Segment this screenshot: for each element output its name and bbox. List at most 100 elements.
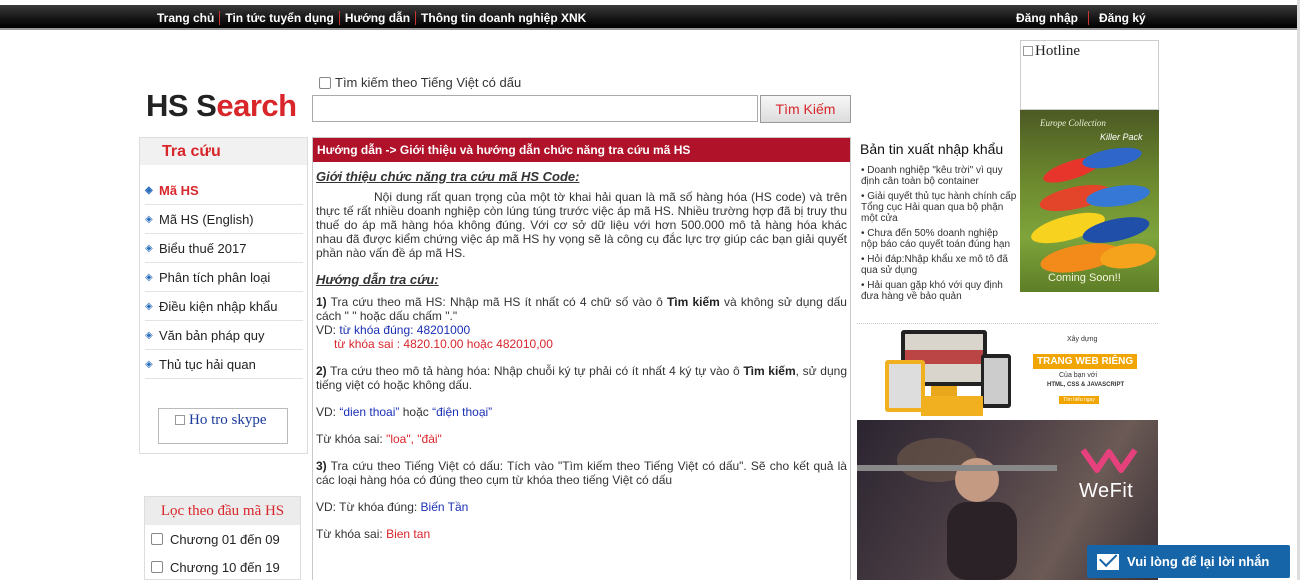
logo-text-1: HS S: [146, 88, 217, 123]
sandals-ad-banner[interactable]: Europe Collection Killer Pack Coming Soo…: [1020, 110, 1159, 292]
bullet-icon: ◈: [145, 242, 153, 254]
nav-jobs[interactable]: Tin tức tuyển dụng: [220, 10, 340, 25]
bullet-icon: ◈: [145, 271, 153, 283]
wrong-label: Từ khóa sai:: [316, 527, 383, 541]
ad-title: TRANG WEB RIÊNG: [1033, 354, 1138, 369]
ad-text: Xây dựng: [1067, 336, 1098, 343]
vietnamese-search-toggle[interactable]: Tìm kiếm theo Tiếng Việt có dấu: [319, 75, 521, 90]
sandals-graphic: [1031, 147, 1156, 273]
news-item[interactable]: • Hỏi đáp:Nhập khẩu xe mô tô đã qua sử d…: [861, 254, 1017, 276]
step-2-example: VD: “dien thoai” hoặc “điện thoại”: [316, 405, 847, 419]
sidebar-item-label: Điều kiện nhập khẩu: [159, 298, 278, 314]
divider: [1088, 10, 1089, 25]
correct-example: “dien thoai”: [339, 405, 400, 419]
sidebar-item-import-conditions[interactable]: ◈ Điều kiện nhập khẩu: [145, 292, 303, 321]
step-2: 2) Tra cứu theo mô tả hàng hóa: Nhập chu…: [316, 364, 847, 392]
news-item[interactable]: • Giải quyết thủ tục hành chính cấp Tổng…: [861, 191, 1017, 224]
main-content: Hướng dẫn -> Giới thiệu và hướng dẫn chứ…: [312, 137, 851, 580]
step-text: Tra cứu theo Tiếng Việt có dấu: Tích vào…: [316, 459, 847, 487]
sidebar-item-label: Thủ tục hải quan: [159, 356, 256, 372]
content-body: Giới thiệu chức năng tra cứu mã HS Code:…: [313, 162, 850, 542]
filter-option-label: Chương 10 đến 19: [170, 559, 280, 575]
register-link[interactable]: Đăng ký: [1093, 11, 1152, 25]
checkbox[interactable]: [151, 533, 163, 545]
news-title: Bản tin xuất nhập khẩu: [860, 141, 1004, 157]
nav-guide[interactable]: Hướng dẫn: [340, 10, 417, 25]
filter-title: Lọc theo đầu mã HS: [145, 497, 300, 525]
checkbox-label: Tìm kiếm theo Tiếng Việt có dấu: [335, 75, 522, 90]
wrong-label: Từ khóa sai:: [316, 432, 383, 446]
skype-alt-text: Ho tro skype: [189, 412, 267, 428]
sidebar-item-regulations[interactable]: ◈ Văn bản pháp quy: [145, 321, 303, 350]
broken-image-icon: [175, 415, 185, 425]
broken-image-icon: [1023, 46, 1033, 56]
bullet-icon: ◈: [145, 329, 153, 341]
bullet-icon: ◈: [145, 300, 153, 312]
step-number: 3): [316, 459, 327, 473]
example-or: hoặc: [402, 405, 429, 419]
sidebar-item-tariff[interactable]: ◈ Biểu thuế 2017: [145, 234, 303, 263]
bullet-icon: ◈: [145, 358, 153, 370]
wrong-example: từ khóa sai : 4820.10.00 hoặc 482010,00: [334, 337, 553, 351]
hotline-alt-text: Hotline: [1035, 43, 1080, 59]
guide-heading: Hướng dẫn tra cứu:: [316, 272, 439, 287]
lookup-sidebar: Tra cứu ◈ Mã HS ◈ Mã HS (English) ◈ Biểu th…: [139, 137, 308, 454]
news-item[interactable]: • Chưa đến 50% doanh nghiệp nộp báo cáo …: [861, 228, 1017, 250]
wrong-example: Bien tan: [386, 527, 431, 541]
news-item[interactable]: • Doanh nghiệp "kêu trời" vì quy định câ…: [861, 165, 1017, 187]
ad-text: Coming Soon!!: [1048, 272, 1121, 284]
step-1: 1) Tra cứu theo mã HS: Nhập mã HS ít nhấ…: [316, 295, 847, 351]
search-button[interactable]: Tìm Kiếm: [760, 95, 851, 123]
nav-home[interactable]: Trang chủ: [152, 10, 221, 25]
filter-option[interactable]: Chương 10 đến 19: [145, 553, 300, 580]
news-item[interactable]: • Hải quan gặp khó với quy định đưa hàng…: [861, 280, 1017, 302]
correct-example: “điện thoại”: [432, 405, 493, 419]
checkbox[interactable]: [151, 561, 163, 573]
filter-option[interactable]: Chương 01 đến 09: [145, 525, 300, 553]
site-logo[interactable]: HS Search: [146, 88, 297, 124]
step-number: 2): [316, 364, 327, 378]
main-nav: Trang chủ Tin tức tuyển dụng Hướng dẫn T…: [152, 5, 591, 30]
ad-cta-button[interactable]: Tìm hiểu ngay: [1059, 396, 1099, 404]
sidebar-title: Tra cứu: [140, 138, 307, 165]
filter-option-label: Chương 01 đến 09: [170, 531, 280, 547]
correct-example: từ khóa đúng: 48201000: [339, 323, 471, 337]
skype-support-image[interactable]: Ho tro skype: [158, 408, 288, 444]
sidebar-item-label: Phân tích phân loại: [159, 269, 271, 285]
hotline-image[interactable]: Hotline: [1020, 40, 1159, 110]
wrong-example: "loa", "đài": [386, 432, 442, 446]
sidebar-item-label: Mã HS: [159, 182, 199, 198]
hs-filter-panel: Lọc theo đầu mã HS Chương 01 đến 09 Chươ…: [144, 496, 301, 580]
bullet-icon: ◈: [145, 213, 153, 225]
top-navbar: Trang chủ Tin tức tuyển dụng Hướng dẫn T…: [0, 5, 1300, 30]
auth-links: Đăng nhập Đăng ký: [1010, 5, 1152, 30]
chat-label: Vui lòng để lại lời nhắn: [1127, 554, 1270, 569]
bullet-icon: ◈: [145, 184, 153, 196]
step-3-correct: VD: Từ khóa đúng: Biến Tần: [316, 500, 847, 514]
nav-companies[interactable]: Thông tin doanh nghiệp XNK: [416, 11, 591, 25]
wefit-logo-icon: [1080, 448, 1138, 473]
step-3-wrong: Từ khóa sai: Bien tan: [316, 527, 847, 541]
intro-text: Nội dung rất quan trọng của một tờ khai …: [316, 190, 847, 260]
search-input[interactable]: [312, 95, 758, 122]
sidebar-item-label: Văn bản pháp quy: [159, 327, 265, 343]
fitness-photo: [857, 438, 1057, 580]
step-bold: Tìm kiếm: [743, 364, 796, 378]
web-design-ad-banner[interactable]: Xây dựng TRANG WEB RIÊNG Của bạn với HTM…: [857, 323, 1158, 417]
sidebar-item-label: Biểu thuế 2017: [159, 240, 247, 256]
import-export-news: Bản tin xuất nhập khẩu • Doanh nghiệp "k…: [857, 137, 1017, 322]
step-number: 1): [316, 295, 327, 309]
sidebar-item-hs-english[interactable]: ◈ Mã HS (English): [145, 205, 303, 234]
step-2-wrong: Từ khóa sai: "loa", "đài": [316, 432, 847, 446]
sidebar-item-label: Mã HS (English): [159, 211, 254, 227]
sidebar-item-customs-procedures[interactable]: ◈ Thủ tục hải quan: [145, 350, 303, 379]
step-3: 3) Tra cứu theo Tiếng Việt có dấu: Tích …: [316, 459, 847, 487]
leave-message-button[interactable]: Vui lòng để lại lời nhắn: [1087, 545, 1290, 578]
intro-heading: Giới thiệu chức năng tra cứu mã HS Code:: [316, 169, 580, 184]
sidebar-item-classification[interactable]: ◈ Phân tích phân loại: [145, 263, 303, 292]
content-header: Hướng dẫn -> Giới thiệu và hướng dẫn chứ…: [313, 138, 850, 162]
login-link[interactable]: Đăng nhập: [1010, 11, 1084, 25]
sidebar-item-hs[interactable]: ◈ Mã HS: [145, 176, 303, 205]
wefit-logo-text: WeFit: [1079, 480, 1134, 502]
checkbox[interactable]: [319, 76, 331, 89]
